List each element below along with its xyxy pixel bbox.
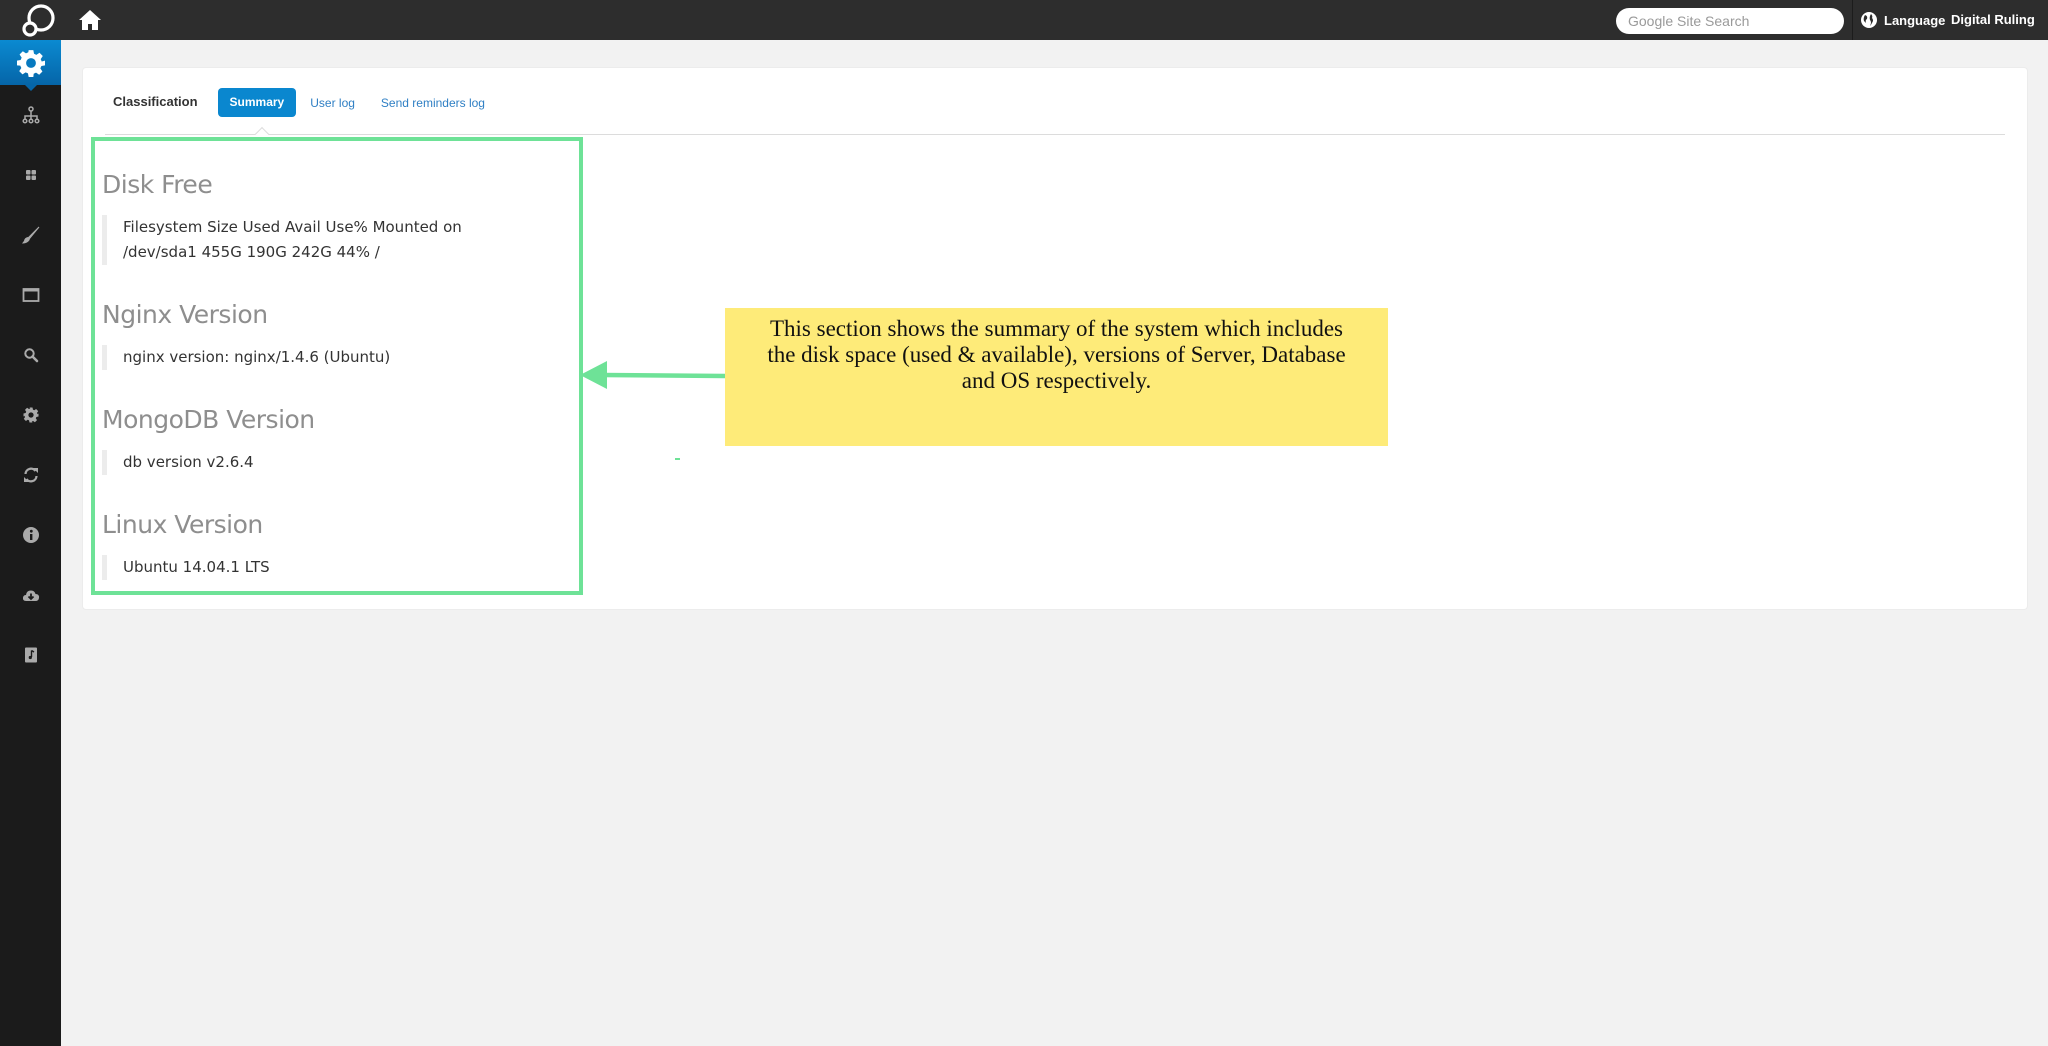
sidebar-item-pages[interactable] bbox=[0, 280, 61, 310]
brush-icon bbox=[21, 226, 39, 244]
tab-summary[interactable]: Summary bbox=[217, 88, 297, 117]
cloud-download-icon bbox=[22, 590, 39, 601]
cog-icon bbox=[23, 407, 38, 423]
window-icon bbox=[22, 288, 39, 302]
tab-send-reminders-log[interactable]: Send reminders log bbox=[381, 96, 485, 110]
disk-free-output: Filesystem Size Used Avail Use% Mounted … bbox=[102, 215, 462, 265]
annotation-mark bbox=[675, 458, 680, 460]
section-heading-disk-free: Disk Free bbox=[102, 170, 213, 199]
sidebar-item-info[interactable] bbox=[0, 520, 61, 550]
sidebar-item-settings[interactable] bbox=[0, 40, 61, 91]
annotation-note: This section shows the summary of the sy… bbox=[725, 308, 1388, 446]
gear-icon bbox=[16, 49, 45, 77]
app-logo-icon[interactable] bbox=[20, 3, 58, 37]
top-bar: Language Digital Ruling bbox=[0, 0, 2048, 40]
sidebar-item-media[interactable] bbox=[0, 640, 61, 670]
brand-link[interactable]: Digital Ruling bbox=[1951, 12, 2035, 27]
section-heading-linux-version: Linux Version bbox=[102, 510, 263, 539]
info-icon bbox=[22, 527, 39, 543]
nginx-version-output: nginx version: nginx/1.4.6 (Ubuntu) bbox=[102, 345, 390, 370]
mongodb-version-line: db version v2.6.4 bbox=[123, 453, 254, 471]
grid-icon bbox=[25, 170, 36, 180]
site-search-input[interactable] bbox=[1616, 8, 1844, 34]
nginx-version-line: nginx version: nginx/1.4.6 (Ubuntu) bbox=[123, 348, 391, 366]
tab-divider bbox=[105, 134, 2005, 135]
sitemap-icon bbox=[21, 106, 40, 124]
sidebar-item-config[interactable] bbox=[0, 400, 61, 430]
annotation-arrow-icon bbox=[580, 361, 726, 389]
search-icon bbox=[23, 348, 38, 363]
tab-bar: Classification Summary User log Send rem… bbox=[113, 88, 511, 117]
home-icon[interactable] bbox=[78, 9, 102, 31]
language-menu[interactable]: Language bbox=[1860, 10, 1945, 30]
sidebar-item-backup[interactable] bbox=[0, 580, 61, 610]
section-heading-nginx-version: Nginx Version bbox=[102, 300, 268, 329]
disk-free-value-line: /dev/sda1 455G 190G 242G 44% / bbox=[123, 243, 380, 261]
globe-icon bbox=[1861, 12, 1877, 28]
tab-group-title: Classification bbox=[113, 94, 198, 109]
linux-version-line: Ubuntu 14.04.1 LTS bbox=[123, 558, 270, 576]
sidebar-item-structure[interactable] bbox=[0, 100, 61, 130]
refresh-icon bbox=[23, 467, 38, 483]
sidebar-item-search[interactable] bbox=[0, 340, 61, 370]
topbar-divider bbox=[1852, 0, 1853, 40]
music-file-icon bbox=[24, 647, 37, 663]
tab-user-log[interactable]: User log bbox=[310, 96, 355, 110]
language-label: Language bbox=[1884, 12, 1946, 28]
sidebar-item-sync[interactable] bbox=[0, 460, 61, 490]
sidebar bbox=[0, 40, 61, 1046]
mongodb-version-output: db version v2.6.4 bbox=[102, 450, 254, 475]
section-heading-mongodb-version: MongoDB Version bbox=[102, 405, 315, 434]
disk-free-header-line: Filesystem Size Used Avail Use% Mounted … bbox=[123, 218, 462, 236]
sidebar-item-blocks[interactable] bbox=[0, 160, 61, 190]
sidebar-item-appearance[interactable] bbox=[0, 220, 61, 250]
linux-version-output: Ubuntu 14.04.1 LTS bbox=[102, 555, 270, 580]
